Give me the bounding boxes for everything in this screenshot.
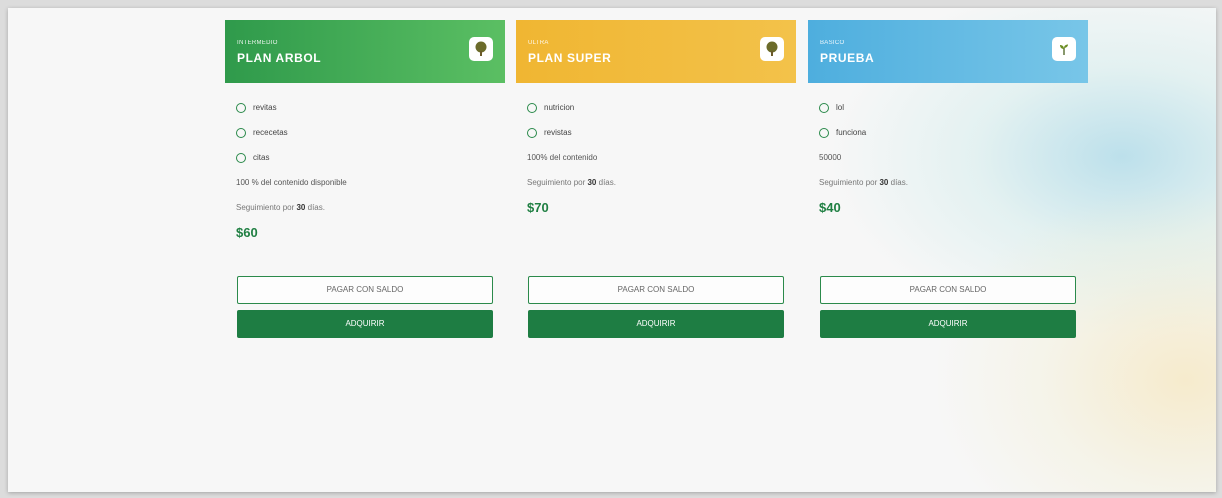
plan-card-body: lol funciona 50000 Seguimiento por 30 dí…: [808, 83, 1088, 221]
feature-item: nutricion: [527, 95, 785, 120]
acquire-button[interactable]: ADQUIRIR: [237, 310, 493, 338]
follow-suffix: días.: [596, 178, 616, 187]
pay-with-balance-button[interactable]: PAGAR CON SALDO: [820, 276, 1076, 304]
background-glow-yellow: [938, 188, 1216, 492]
pay-with-balance-button[interactable]: PAGAR CON SALDO: [528, 276, 784, 304]
plan-name: PRUEBA: [820, 51, 875, 65]
tree-icon: [760, 37, 784, 61]
plan-card-header: ULTRA PLAN SUPER: [516, 20, 796, 83]
plan-tier: INTERMEDIO: [237, 40, 278, 46]
feature-item: citas: [236, 145, 494, 170]
plan-info: 100 % del contenido disponible: [236, 178, 347, 187]
feature-label: revitas: [253, 103, 277, 112]
follow-suffix: días.: [888, 178, 908, 187]
feature-label: funciona: [836, 128, 867, 137]
follow-prefix: Seguimiento por: [819, 178, 880, 187]
feature-item: revitas: [236, 95, 494, 120]
plan-card-body: revitas rececetas citas 100 % del conten…: [225, 83, 505, 246]
plan-price: $70: [527, 200, 549, 215]
circle-icon: [236, 127, 246, 138]
feature-label: citas: [253, 153, 270, 162]
feature-label: revistas: [544, 128, 572, 137]
feature-label: lol: [836, 103, 845, 112]
follow-suffix: días.: [305, 203, 325, 212]
plan-tier: ULTRA: [528, 40, 549, 46]
plan-info: 100% del contenido: [527, 153, 598, 162]
plan-card-body: nutricion revistas 100% del contenido Se…: [516, 83, 796, 221]
plan-name: PLAN ARBOL: [237, 51, 322, 65]
circle-icon: [819, 127, 829, 138]
plan-follow-up: Seguimiento por 30 días.: [236, 195, 494, 220]
feature-label: rececetas: [253, 128, 288, 137]
page: INTERMEDIO PLAN ARBOL revitas rececetas …: [8, 8, 1216, 492]
plan-name: PLAN SUPER: [528, 51, 612, 65]
feature-item: lol: [819, 95, 1077, 120]
plan-follow-up: Seguimiento por 30 días.: [527, 170, 785, 195]
plan-info: 50000: [819, 153, 842, 162]
plan-card-header: BASICO PRUEBA: [808, 20, 1088, 83]
feature-item: revistas: [527, 120, 785, 145]
follow-prefix: Seguimiento por: [236, 203, 297, 212]
plan-price: $40: [819, 200, 841, 215]
circle-icon: [236, 102, 246, 113]
acquire-button[interactable]: ADQUIRIR: [820, 310, 1076, 338]
circle-icon: [236, 152, 246, 163]
plan-follow-up: Seguimiento por 30 días.: [819, 170, 1077, 195]
plan-tier: BASICO: [820, 40, 845, 46]
feature-item: rececetas: [236, 120, 494, 145]
acquire-button[interactable]: ADQUIRIR: [528, 310, 784, 338]
plan-card-prueba: BASICO PRUEBA lol funciona 50000 Seguimi…: [808, 20, 1088, 338]
circle-icon: [527, 127, 537, 138]
plan-card-super: ULTRA PLAN SUPER nutricion revistas 100%…: [516, 20, 796, 338]
circle-icon: [527, 102, 537, 113]
sprout-icon: [1052, 37, 1076, 61]
feature-label: nutricion: [544, 103, 575, 112]
pay-with-balance-button[interactable]: PAGAR CON SALDO: [237, 276, 493, 304]
plan-card-header: INTERMEDIO PLAN ARBOL: [225, 20, 505, 83]
tree-icon: [469, 37, 493, 61]
feature-item: funciona: [819, 120, 1077, 145]
follow-prefix: Seguimiento por: [527, 178, 588, 187]
plan-price: $60: [236, 225, 258, 240]
plan-card-arbol: INTERMEDIO PLAN ARBOL revitas rececetas …: [225, 20, 505, 338]
circle-icon: [819, 102, 829, 113]
